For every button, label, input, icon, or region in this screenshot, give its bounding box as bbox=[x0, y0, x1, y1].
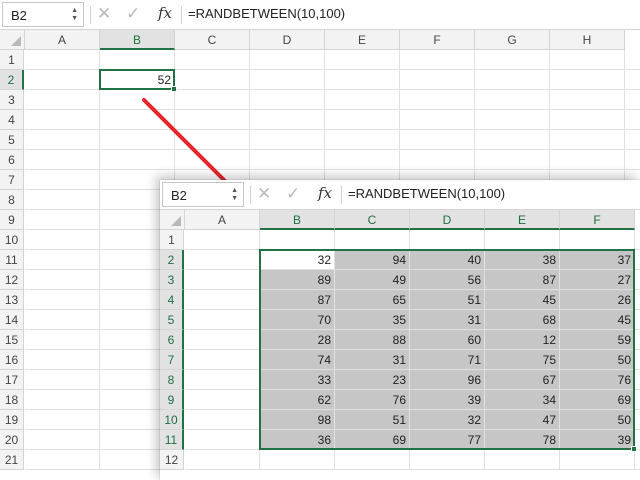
inset-name-box[interactable]: B2 ▲ ▼ bbox=[162, 182, 244, 207]
inset-formula-bar: B2 ▲ ▼ ✕ ✓ fx =RANDBETWEEN(10,100) bbox=[160, 180, 640, 210]
inset-column-header-d[interactable]: D bbox=[410, 210, 485, 230]
inset-row-header-7[interactable]: 7 bbox=[160, 350, 184, 370]
inset-spreadsheet-window: B2 ▲ ▼ ✕ ✓ fx =RANDBETWEEN(10,100) ABCDEF… bbox=[160, 180, 640, 480]
inset-select-all-corner[interactable] bbox=[160, 210, 185, 230]
inset-column-header-c[interactable]: C bbox=[335, 210, 410, 230]
inset-row-header-9[interactable]: 9 bbox=[160, 390, 184, 410]
inset-name-box-value: B2 bbox=[171, 188, 187, 203]
inset-row-header-1[interactable]: 1 bbox=[160, 230, 184, 250]
selection-range-border[interactable] bbox=[259, 249, 635, 450]
formula-bar-separator bbox=[341, 186, 342, 204]
inset-row-header-11[interactable]: 11 bbox=[160, 430, 184, 450]
inset-column-header-e[interactable]: E bbox=[485, 210, 560, 230]
inset-row-header-8[interactable]: 8 bbox=[160, 370, 184, 390]
inset-row-header-4[interactable]: 4 bbox=[160, 290, 184, 310]
inset-insert-function-icon[interactable]: fx bbox=[318, 184, 332, 202]
inset-formula-input[interactable]: =RANDBETWEEN(10,100) bbox=[348, 186, 505, 201]
inset-fill-handle[interactable] bbox=[631, 446, 637, 452]
formula-bar-separator bbox=[250, 186, 251, 204]
inset-row-header-10[interactable]: 10 bbox=[160, 410, 184, 430]
inset-column-header-a[interactable]: A bbox=[185, 210, 260, 230]
inset-column-header-f[interactable]: F bbox=[560, 210, 635, 230]
inset-cancel-icon[interactable]: ✕ bbox=[257, 184, 271, 204]
gridline-horizontal bbox=[185, 469, 640, 470]
inset-row-header-3[interactable]: 3 bbox=[160, 270, 184, 290]
inset-row-header-6[interactable]: 6 bbox=[160, 330, 184, 350]
inset-row-header-2[interactable]: 2 bbox=[160, 250, 184, 270]
inset-column-header-b[interactable]: B bbox=[260, 210, 335, 230]
inset-row-header-5[interactable]: 5 bbox=[160, 310, 184, 330]
inset-name-box-dropdown-icon[interactable]: ▲ ▼ bbox=[231, 187, 238, 203]
inset-row-header-12[interactable]: 12 bbox=[160, 450, 184, 470]
inset-enter-icon[interactable]: ✓ bbox=[286, 184, 300, 204]
